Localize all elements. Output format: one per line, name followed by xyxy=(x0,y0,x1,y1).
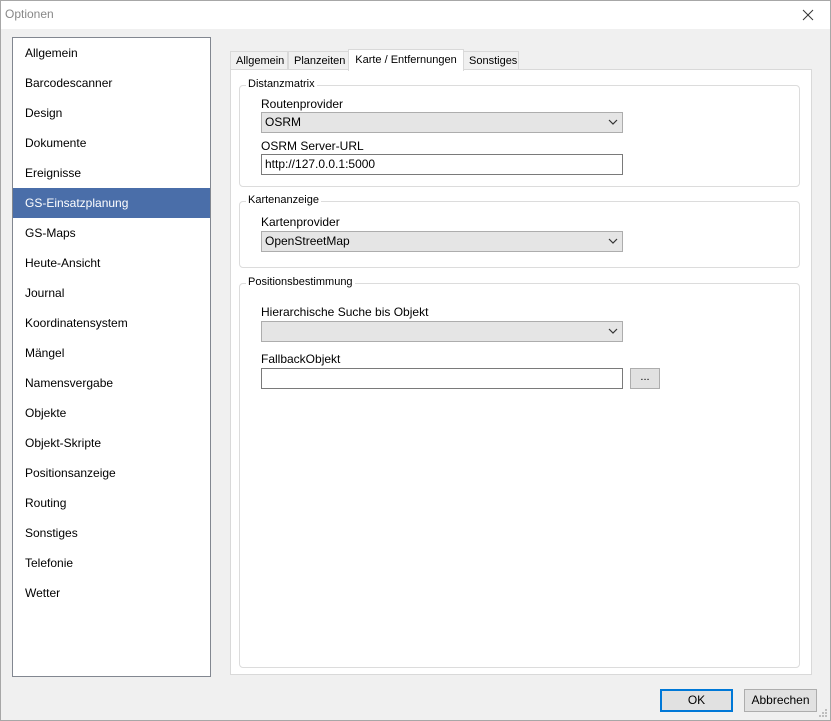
sidebar-item-objekt-skripte[interactable]: Objekt-Skripte xyxy=(13,428,210,458)
group-title-positionsbestimmung: Positionsbestimmung xyxy=(246,276,355,288)
tab-karte-entfernungen[interactable]: Karte / Entfernungen xyxy=(348,49,464,71)
routenprovider-label: Routenprovider xyxy=(261,97,344,111)
sidebar-item-ereignisse[interactable]: Ereignisse xyxy=(13,158,210,188)
chevron-down-icon xyxy=(608,119,618,125)
sidebar-item-barcodescanner[interactable]: Barcodescanner xyxy=(13,68,210,98)
hier-search-label: Hierarchische Suche bis Objekt xyxy=(261,305,429,319)
fallback-input[interactable] xyxy=(261,368,623,389)
window-title: Optionen xyxy=(5,7,54,21)
sidebar-item-wetter[interactable]: Wetter xyxy=(13,578,210,608)
chevron-down-icon xyxy=(608,238,618,244)
hier-search-select[interactable] xyxy=(261,321,623,342)
category-list: Allgemein Barcodescanner Design Dokument… xyxy=(12,37,211,677)
tab-planzeiten[interactable]: Planzeiten xyxy=(288,51,349,70)
fallback-browse-button[interactable]: ... xyxy=(630,368,660,389)
sidebar-item-koordinatensystem[interactable]: Koordinatensystem xyxy=(13,308,210,338)
cancel-button[interactable]: Abbrechen xyxy=(744,689,817,712)
options-window: Optionen Allgemein Barcodescanner Design… xyxy=(0,0,831,721)
kartenprovider-select[interactable]: OpenStreetMap xyxy=(261,231,623,252)
group-title-distanzmatrix: Distanzmatrix xyxy=(246,78,317,90)
sidebar-item-objekte[interactable]: Objekte xyxy=(13,398,210,428)
close-icon xyxy=(802,9,814,21)
ok-button[interactable]: OK xyxy=(660,689,733,712)
sidebar-item-telefonie[interactable]: Telefonie xyxy=(13,548,210,578)
resize-grip-icon[interactable] xyxy=(818,708,828,718)
server-url-label: OSRM Server-URL xyxy=(261,139,364,153)
kartenprovider-label: Kartenprovider xyxy=(261,215,340,229)
sidebar-item-design[interactable]: Design xyxy=(13,98,210,128)
group-kartenanzeige: Kartenanzeige Kartenprovider OpenStreetM… xyxy=(239,194,800,268)
sidebar-item-sonstiges[interactable]: Sonstiges xyxy=(13,518,210,548)
sidebar-item-gs-einsatzplanung[interactable]: GS-Einsatzplanung xyxy=(13,188,210,218)
chevron-down-icon xyxy=(608,328,618,334)
tab-page-karte: Distanzmatrix Routenprovider OSRM OSRM S… xyxy=(230,69,812,675)
sidebar-item-maengel[interactable]: Mängel xyxy=(13,338,210,368)
close-button[interactable] xyxy=(786,1,830,29)
tab-allgemein[interactable]: Allgemein xyxy=(230,51,288,70)
kartenprovider-value: OpenStreetMap xyxy=(265,234,350,248)
group-title-kartenanzeige: Kartenanzeige xyxy=(246,194,321,206)
sidebar-item-gs-maps[interactable]: GS-Maps xyxy=(13,218,210,248)
sidebar-item-routing[interactable]: Routing xyxy=(13,488,210,518)
group-distanzmatrix: Distanzmatrix Routenprovider OSRM OSRM S… xyxy=(239,78,800,187)
routenprovider-select[interactable]: OSRM xyxy=(261,112,623,133)
sidebar-item-dokumente[interactable]: Dokumente xyxy=(13,128,210,158)
fallback-label: FallbackObjekt xyxy=(261,352,341,366)
sidebar-item-namensvergabe[interactable]: Namensvergabe xyxy=(13,368,210,398)
sidebar-item-positionsanzeige[interactable]: Positionsanzeige xyxy=(13,458,210,488)
server-url-input[interactable]: http://127.0.0.1:5000 xyxy=(261,154,623,175)
sidebar-item-heute-ansicht[interactable]: Heute-Ansicht xyxy=(13,248,210,278)
sidebar-item-allgemein[interactable]: Allgemein xyxy=(13,38,210,68)
group-positionsbestimmung: Positionsbestimmung Hierarchische Suche … xyxy=(239,276,800,668)
sidebar-item-journal[interactable]: Journal xyxy=(13,278,210,308)
tab-sonstiges[interactable]: Sonstiges xyxy=(463,51,519,70)
routenprovider-value: OSRM xyxy=(265,115,301,129)
title-bar: Optionen xyxy=(1,1,830,29)
